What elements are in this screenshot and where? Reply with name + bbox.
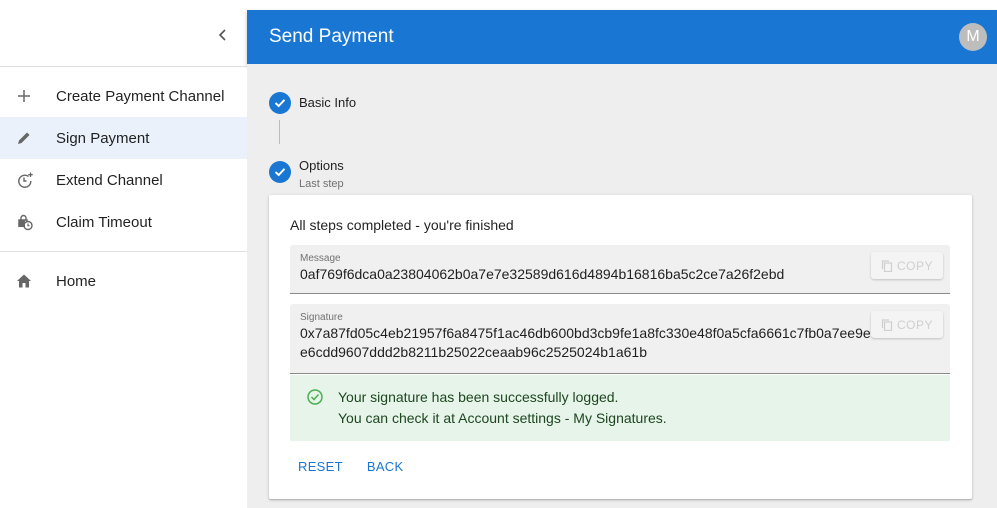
home-icon bbox=[0, 273, 56, 289]
clock-plus-icon bbox=[0, 171, 56, 189]
step-connector bbox=[279, 120, 280, 144]
sidebar: Create Payment Channel Sign Payment Exte… bbox=[0, 0, 247, 508]
sidebar-item-claim-timeout[interactable]: Claim Timeout bbox=[0, 201, 247, 243]
sidebar-item-sign-payment[interactable]: Sign Payment bbox=[0, 117, 247, 159]
copy-label: COPY bbox=[896, 258, 933, 273]
completion-heading: All steps completed - you're finished bbox=[290, 217, 514, 233]
copy-icon bbox=[881, 259, 893, 272]
card-actions: RESET BACK bbox=[290, 455, 411, 478]
message-label: Message bbox=[300, 253, 341, 264]
alert-line-1: Your signature has been successfully log… bbox=[338, 389, 619, 405]
page-title: Send Payment bbox=[269, 26, 394, 47]
plus-icon bbox=[0, 88, 56, 104]
signature-value: 0x7a87fd05c4eb21957f6a8475f1ac46db600bd3… bbox=[300, 325, 937, 360]
alert-message: Your signature has been successfully log… bbox=[338, 387, 667, 429]
copy-icon bbox=[881, 318, 893, 331]
lock-clock-icon bbox=[0, 213, 56, 231]
step-text: Basic Info bbox=[299, 92, 356, 110]
sidebar-nav: Create Payment Channel Sign Payment Exte… bbox=[0, 67, 247, 251]
check-icon bbox=[269, 92, 291, 114]
signature-field[interactable]: Signature 0x7a87fd05c4eb21957f6a8475f1ac… bbox=[290, 304, 950, 374]
copy-label: COPY bbox=[896, 317, 933, 332]
reset-button[interactable]: RESET bbox=[290, 455, 351, 478]
sidebar-item-label: Extend Channel bbox=[56, 171, 163, 189]
chevron-left-icon[interactable] bbox=[211, 23, 235, 47]
step-sublabel: Last step bbox=[299, 178, 344, 190]
back-button[interactable]: BACK bbox=[359, 455, 412, 478]
sidebar-item-label: Claim Timeout bbox=[56, 213, 152, 231]
step-label: Basic Info bbox=[299, 95, 357, 110]
step-options[interactable]: Options Last step bbox=[269, 158, 344, 190]
sidebar-item-home[interactable]: Home bbox=[0, 260, 247, 302]
step-label: Options bbox=[299, 158, 344, 173]
copy-signature-button[interactable]: COPY bbox=[871, 311, 943, 338]
check-circle-icon bbox=[306, 388, 326, 411]
pencil-icon bbox=[0, 130, 56, 146]
result-card: All steps completed - you're finished Me… bbox=[269, 195, 972, 499]
app-bar: Send Payment M bbox=[247, 10, 997, 64]
step-text: Options Last step bbox=[299, 158, 344, 190]
message-field[interactable]: Message 0af769f6dca0a23804062b0a7e7e3258… bbox=[290, 245, 950, 294]
sidebar-item-label: Sign Payment bbox=[56, 129, 150, 147]
sidebar-item-label: Home bbox=[56, 272, 97, 290]
sidebar-header bbox=[0, 0, 247, 66]
main-content: Basic Info Options Last step All steps c… bbox=[247, 64, 997, 508]
step-basic-info[interactable]: Basic Info bbox=[269, 92, 356, 114]
message-value: 0af769f6dca0a23804062b0a7e7e32589d616d48… bbox=[300, 266, 785, 282]
copy-message-button[interactable]: COPY bbox=[871, 252, 943, 279]
sidebar-item-create-payment-channel[interactable]: Create Payment Channel bbox=[0, 75, 247, 117]
alert-line-2: You can check it at Account settings - M… bbox=[338, 410, 667, 426]
sidebar-item-extend-channel[interactable]: Extend Channel bbox=[0, 159, 247, 201]
sidebar-item-label: Create Payment Channel bbox=[56, 87, 225, 105]
avatar[interactable]: M bbox=[959, 23, 987, 51]
success-alert: Your signature has been successfully log… bbox=[290, 375, 950, 441]
signature-label: Signature bbox=[300, 312, 343, 323]
sidebar-nav-secondary: Home bbox=[0, 252, 247, 310]
check-icon bbox=[269, 161, 291, 183]
